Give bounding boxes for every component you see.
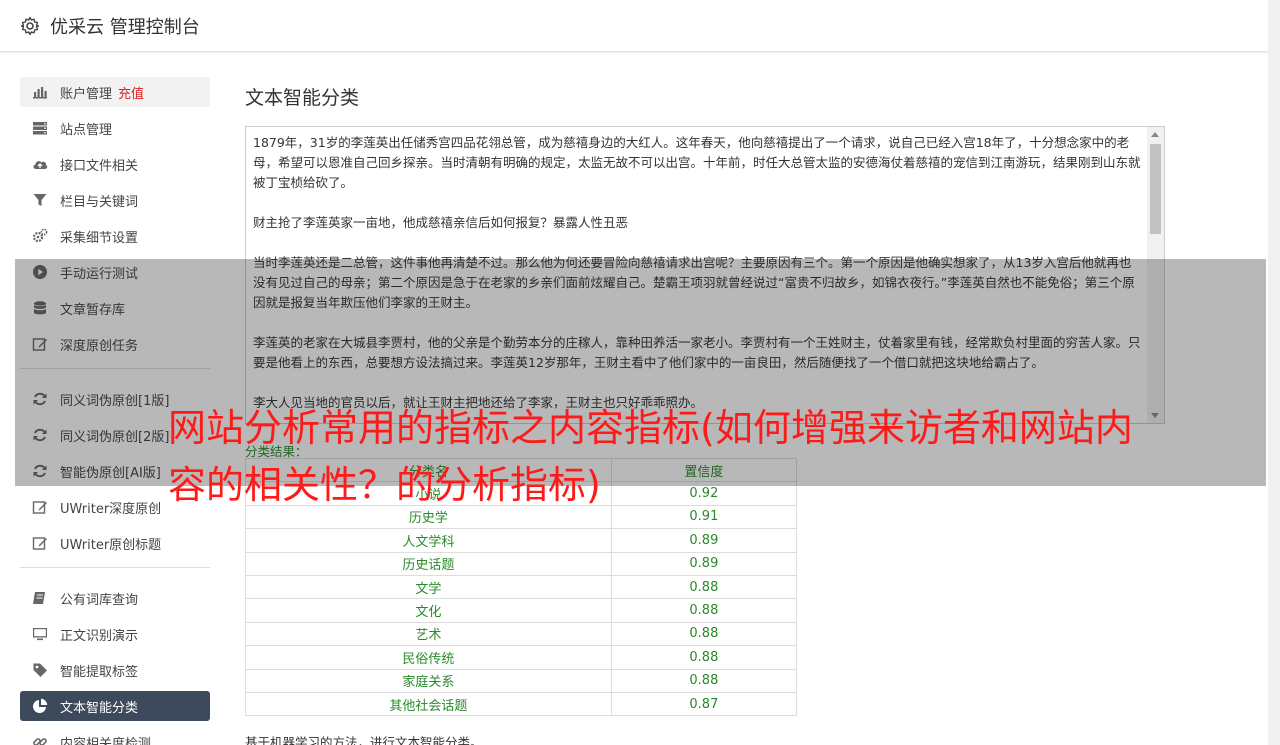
sidebar-item-label: UWriter深度原创: [60, 501, 162, 517]
text-paragraph: 财主抢了李莲英家一亩地，他成慈禧亲信后如何报复？暴露人性丑恶: [253, 215, 629, 230]
category-cell: 文化: [245, 598, 612, 623]
confidence-cell: 0.88: [610, 645, 798, 670]
table-row: 文学 0.88: [245, 574, 798, 600]
sidebar-item-public-dictionary[interactable]: 公有词库查询: [20, 583, 210, 613]
sidebar-item-label: 账户管理: [60, 86, 113, 102]
sidebar-item-label: 接口文件相关: [60, 158, 139, 174]
table-row: 人文学科 0.89: [245, 528, 798, 553]
text-paragraph: 1879年，31岁的李莲英出任储秀宫四品花翎总管，成为慈禧身边的大红人。这年春天…: [253, 135, 1141, 190]
sidebar-item-label: 文本智能分类: [60, 700, 139, 716]
filter-icon: [33, 194, 47, 206]
server-icon: [33, 122, 47, 135]
sidebar-item-columns-keywords[interactable]: 栏目与关键词: [20, 185, 210, 215]
sidebar-item-label: 公有词库查询: [60, 592, 139, 608]
sidebar-item-label: 采集细节设置: [60, 230, 139, 246]
monitor-icon: [33, 628, 47, 641]
sidebar-item-label: 智能提取标签: [60, 664, 139, 680]
pie-chart-icon: [33, 698, 48, 713]
recharge-link[interactable]: 充值: [118, 83, 144, 102]
category-cell: 文学: [245, 574, 612, 600]
sidebar-item-text-recognition[interactable]: 正文识别演示: [20, 619, 210, 649]
edit-icon: [32, 501, 47, 514]
scroll-up-arrow-icon[interactable]: [1151, 132, 1159, 137]
overlay-title: 网站分析常用的指标之内容指标(如何增强来访者和网站内容的相关性？的分析指标): [168, 406, 1133, 507]
tag-icon: [33, 663, 47, 677]
bar-chart-icon: [33, 87, 47, 99]
table-row: 民俗传统 0.88: [245, 645, 798, 670]
sidebar-item-uwriter-title[interactable]: UWriter原创标题: [20, 528, 210, 558]
sidebar-item-smart-tags[interactable]: 智能提取标签: [20, 655, 210, 685]
confidence-cell: 0.88: [610, 621, 798, 647]
category-cell: 家庭关系: [245, 668, 612, 693]
confidence-cell: 0.89: [610, 528, 798, 553]
confidence-cell: 0.87: [610, 691, 798, 717]
edit-icon: [32, 537, 47, 550]
sidebar-item-account[interactable]: 账户管理 充值: [20, 77, 210, 107]
sidebar-item-label: 栏目与关键词: [60, 194, 139, 210]
confidence-cell: 0.88: [610, 598, 798, 623]
category-cell: 其他社会话题: [245, 691, 612, 717]
confidence-cell: 0.88: [610, 574, 798, 600]
sidebar-divider: [20, 567, 210, 568]
cloud-upload-icon: [33, 161, 48, 169]
link-icon: [33, 738, 47, 745]
sidebar-item-text-classification[interactable]: 文本智能分类: [20, 691, 210, 721]
table-row: 艺术 0.88: [245, 621, 798, 647]
category-cell: 艺术: [245, 621, 612, 647]
app-title: 优采云 管理控制台: [50, 16, 200, 38]
sidebar-item-sites[interactable]: 站点管理: [20, 113, 210, 143]
table-row: 家庭关系 0.88: [245, 668, 798, 693]
sidebar-item-interface-files[interactable]: 接口文件相关: [20, 149, 210, 179]
scrollbar-thumb[interactable]: [1150, 144, 1161, 234]
category-cell: 民俗传统: [245, 645, 612, 670]
sidebar-item-label: 内容相关度检测: [60, 736, 152, 745]
sidebar-item-relevance-check[interactable]: 内容相关度检测: [20, 727, 210, 745]
cogs-icon: [32, 228, 48, 243]
confidence-cell: 0.88: [610, 668, 798, 693]
page-title: 文本智能分类: [245, 87, 360, 109]
table-row: 其他社会话题 0.87: [245, 691, 798, 717]
method-footnote: 基于机器学习的方法，进行文本智能分类。: [245, 735, 483, 745]
gear-icon: [20, 16, 40, 35]
table-row: 文化 0.88: [245, 598, 798, 623]
app-header: 优采云 管理控制台: [0, 0, 1268, 52]
sidebar-item-collect-settings[interactable]: 采集细节设置: [20, 221, 210, 251]
table-row: 历史话题 0.89: [245, 551, 798, 576]
sidebar-item-label: 正文识别演示: [60, 628, 139, 644]
sidebar-item-label: 站点管理: [60, 122, 113, 138]
confidence-cell: 0.89: [610, 551, 798, 576]
sidebar-item-label: UWriter原创标题: [60, 537, 162, 553]
category-cell: 历史话题: [245, 551, 612, 576]
book-icon: [33, 592, 45, 604]
category-cell: 人文学科: [245, 528, 612, 553]
